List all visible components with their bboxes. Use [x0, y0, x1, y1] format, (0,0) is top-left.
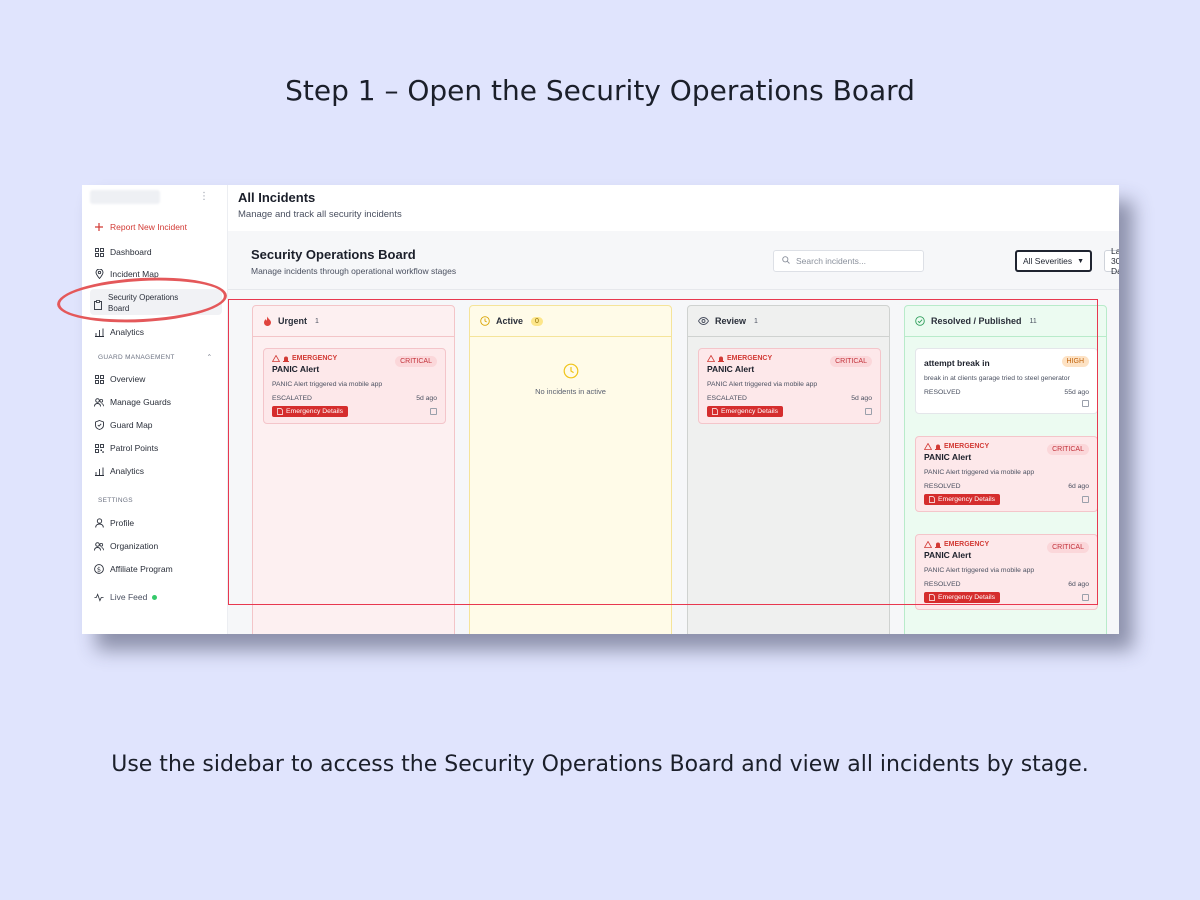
- sidebar-item-label: Dashboard: [110, 247, 152, 257]
- sidebar-item-profile[interactable]: Profile: [94, 516, 134, 530]
- sidebar-item-label: Live Feed: [110, 592, 148, 602]
- severity-filter-value: All Severities: [1023, 256, 1073, 266]
- bar-chart-icon: [94, 466, 104, 476]
- page-subtitle: Manage and track all security incidents: [238, 209, 402, 220]
- sidebar-item-affiliate-program[interactable]: $ Affiliate Program: [94, 562, 173, 576]
- user-icon: [94, 518, 104, 528]
- sidebar-item-dashboard[interactable]: Dashboard: [94, 245, 152, 259]
- logo: [90, 190, 160, 204]
- severity-filter-select[interactable]: All Severities ▼: [1015, 250, 1093, 272]
- sidebar-item-label: Manage Guards: [110, 397, 171, 407]
- sidebar-item-guard-analytics[interactable]: Analytics: [94, 464, 144, 478]
- chevron-down-icon: ▼: [1077, 257, 1085, 265]
- map-pin-icon: [94, 269, 104, 279]
- section-label: GUARD MANAGEMENT: [98, 354, 175, 361]
- search-input[interactable]: Search incidents...: [773, 250, 924, 272]
- sidebar: ⋮ Report New Incident Dashboard Incident…: [82, 185, 228, 634]
- activity-icon: [94, 592, 104, 602]
- board-highlight-box: [228, 299, 1098, 605]
- report-new-incident-button[interactable]: Report New Incident: [94, 220, 187, 234]
- sidebar-item-patrol-points[interactable]: Patrol Points: [94, 441, 158, 455]
- report-label: Report New Incident: [110, 222, 188, 232]
- plus-icon: [94, 222, 104, 232]
- step-caption: Use the sidebar to access the Security O…: [111, 752, 1089, 777]
- live-status-dot: [152, 594, 158, 600]
- divider: [228, 289, 1119, 290]
- sidebar-item-organization[interactable]: Organization: [94, 539, 158, 553]
- sidebar-item-label: Analytics: [110, 466, 145, 476]
- grid-icon: [94, 247, 104, 257]
- svg-text:$: $: [97, 565, 101, 573]
- sidebar-item-guard-map[interactable]: Guard Map: [94, 418, 153, 432]
- sidebar-item-label: Affiliate Program: [110, 564, 173, 574]
- sidebar-item-label: Patrol Points: [110, 443, 159, 453]
- more-icon[interactable]: ⋮: [199, 191, 209, 202]
- sidebar-item-analytics[interactable]: Analytics: [94, 325, 144, 339]
- shield-icon: [94, 420, 104, 430]
- guard-management-section[interactable]: GUARD MANAGEMENT ⌃: [98, 353, 212, 361]
- users-icon: [94, 397, 104, 407]
- sidebar-item-label: Organization: [110, 541, 159, 551]
- sidebar-item-label: Profile: [110, 518, 135, 528]
- page-title: All Incidents: [238, 190, 316, 205]
- search-icon: [782, 256, 790, 266]
- date-filter-value: Last 30 Days: [1111, 246, 1119, 276]
- chevron-up-icon: ⌃: [206, 354, 213, 361]
- step-title: Step 1 – Open the Security Operations Bo…: [285, 74, 915, 107]
- sidebar-item-overview[interactable]: Overview: [94, 372, 145, 386]
- sidebar-item-label: Analytics: [110, 327, 145, 337]
- bar-chart-icon: [94, 327, 104, 337]
- sidebar-item-live-feed[interactable]: Live Feed: [94, 590, 158, 604]
- sidebar-item-label: Guard Map: [110, 420, 153, 430]
- grid-icon: [94, 374, 104, 384]
- board-title: Security Operations Board: [251, 247, 416, 262]
- sidebar-item-manage-guards[interactable]: Manage Guards: [94, 395, 171, 409]
- dollar-icon: $: [94, 564, 104, 574]
- board-subtitle: Manage incidents through operational wor…: [251, 266, 457, 276]
- settings-section-label: SETTINGS: [98, 497, 133, 504]
- qr-icon: [94, 443, 104, 453]
- users-icon: [94, 541, 104, 551]
- date-filter-select[interactable]: Last 30 Days ▼: [1104, 246, 1119, 276]
- sidebar-item-label: Overview: [110, 374, 146, 384]
- search-placeholder: Search incidents...: [796, 256, 866, 266]
